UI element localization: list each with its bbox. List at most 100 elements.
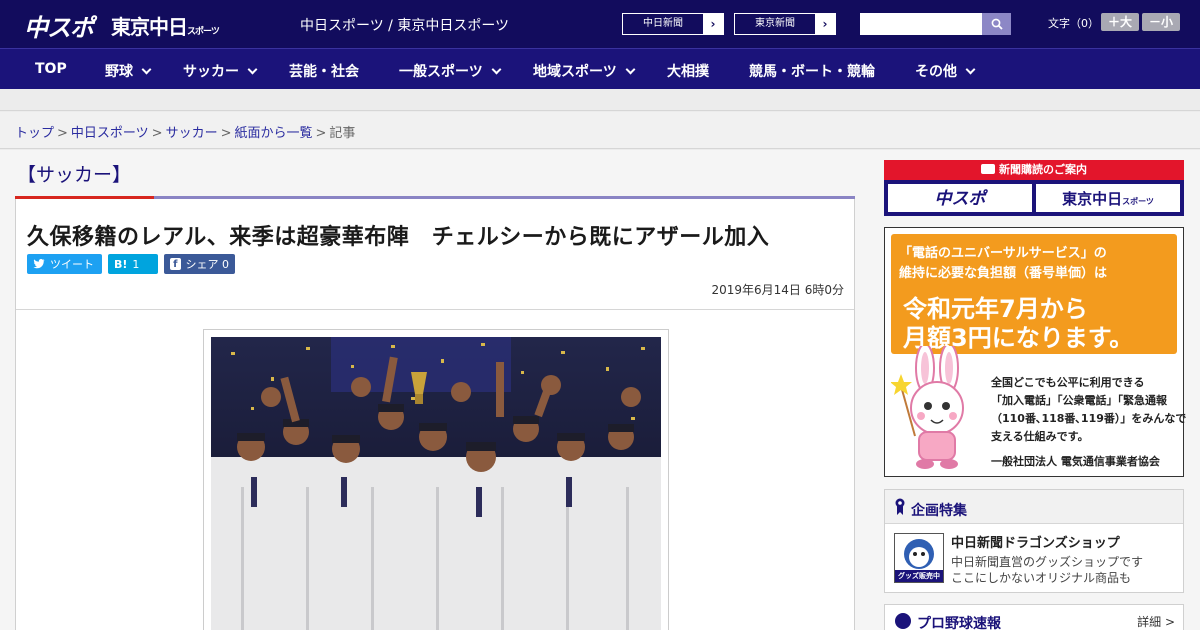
font-size-increase-button[interactable]: ＋大 — [1101, 13, 1139, 31]
score-title: プロ野球速報 — [917, 616, 1001, 630]
breadcrumb-sep: > — [315, 126, 327, 141]
sub-band — [0, 89, 1200, 111]
ext-link-label: 中日新聞 — [643, 18, 683, 29]
hatena-count: 1 — [132, 257, 140, 271]
ad-body-3: （110番､118番､119番）」をみんなで — [991, 412, 1187, 425]
subscribe-tokyo-chunichi[interactable]: 東京中日スポーツ — [1036, 184, 1180, 212]
chuspo-logo[interactable]: 中スポ — [24, 8, 94, 43]
tweet-label: ツイート — [50, 258, 94, 271]
breadcrumb-current: 記事 — [329, 126, 356, 141]
feature-item-desc-1: 中日新聞直営のグッズショップです — [951, 555, 1144, 569]
breadcrumb-chunichi-sports[interactable]: 中日スポーツ — [71, 126, 149, 141]
dragons-shop-thumbnail[interactable]: グッズ販売中 — [894, 533, 944, 583]
universal-service-ad[interactable]: 「電話のユニバーサルサービス」の 維持に必要な負担額（番号単価）は 令和元年7月… — [884, 227, 1187, 477]
score-more-link[interactable]: 詳細 > — [1137, 613, 1175, 630]
tokyo-logo-small: スポーツ — [187, 27, 220, 37]
facebook-share-button[interactable]: f シェア 0 — [164, 254, 235, 274]
nav-label: 芸能・社会 — [289, 64, 359, 80]
nav-item-top[interactable]: TOP — [35, 61, 67, 77]
chevron-down-icon — [141, 64, 152, 75]
breadcrumb-sep: > — [151, 126, 163, 141]
breadcrumb-bar: トップ > 中日スポーツ > サッカー > 紙面から一覧 > 記事 — [0, 112, 1200, 149]
chevron-right-icon: › — [703, 14, 723, 34]
tokyo-logo-text: 東京中日 — [111, 15, 188, 39]
subscription-title: 新聞購読のご案内 — [884, 160, 1184, 180]
font-size-label: 文字（0） — [1048, 17, 1099, 30]
feature-section: 企画特集 グッズ販売中 中日新聞ドラゴンズショップ 中日新聞直営のグッズショップ… — [884, 489, 1184, 593]
hatena-bookmark-button[interactable]: B! 1 — [108, 254, 158, 274]
nav-item-soccer[interactable]: サッカー — [183, 61, 258, 81]
breadcrumb-sep: > — [220, 126, 232, 141]
subscribe-tokyo-small: スポーツ — [1122, 197, 1154, 206]
thumb-caption: グッズ販売中 — [898, 572, 940, 580]
breadcrumb-top[interactable]: トップ — [15, 126, 54, 141]
hatena-icon: B! — [114, 257, 128, 271]
breadcrumb: トップ > 中日スポーツ > サッカー > 紙面から一覧 > 記事 — [15, 122, 355, 141]
tokyo-chunichi-logo[interactable]: 東京中日スポーツ — [111, 11, 220, 40]
chevron-down-icon — [965, 64, 976, 75]
nav-item-other[interactable]: その他 — [915, 61, 976, 81]
ad-body-1: 全国どこでも公平に利用できる — [991, 376, 1145, 389]
search-button[interactable] — [982, 13, 1011, 35]
top-header: 中スポ 東京中日スポーツ 中日スポーツ / 東京中日スポーツ 中日新聞 › 東京… — [0, 0, 1200, 48]
feature-item-name[interactable]: 中日新聞ドラゴンズショップ — [951, 532, 1120, 551]
nav-label: 一般スポーツ — [399, 64, 483, 80]
feature-title: 企画特集 — [911, 503, 967, 519]
ad-line-2: 維持に必要な負担額（番号単価）は — [899, 266, 1108, 281]
baseball-icon — [895, 613, 911, 629]
facebook-share-label: シェア — [185, 258, 219, 271]
nav-item-baseball[interactable]: 野球 — [105, 61, 152, 81]
ad-body-4: 支える仕組みです。 — [991, 430, 1089, 443]
article-headline: 久保移籍のレアル、来季は超豪華布陣 チェルシーから既にアザール加入 — [27, 225, 770, 250]
twitter-bird-icon — [33, 259, 45, 269]
breadcrumb-sep: > — [57, 126, 68, 141]
main-nav: TOP 野球 サッカー 芸能・社会 一般スポーツ 地域スポーツ 大相撲 競馬・ボ… — [0, 48, 1200, 89]
team-celebration-photo — [211, 337, 661, 630]
nav-label: 地域スポーツ — [533, 64, 617, 80]
chunichi-shimbun-link[interactable]: 中日新聞 › — [622, 13, 724, 35]
chevron-right-icon: › — [815, 14, 835, 34]
article-category: 【サッカー】 — [17, 164, 132, 186]
ad-line-1: 「電話のユニバーサルサービス」の — [899, 246, 1107, 261]
nav-label: その他 — [915, 64, 957, 80]
nav-label: 競馬・ボート・競輪 — [749, 64, 875, 80]
tweet-button[interactable]: ツイート — [27, 254, 102, 274]
ad-organization: 一般社団法人 電気通信事業者協会 — [991, 455, 1160, 468]
nav-label: 大相撲 — [667, 64, 709, 80]
font-size-decrease-button[interactable]: －小 — [1142, 13, 1180, 31]
chevron-down-icon — [625, 64, 636, 75]
breadcrumb-paper-list[interactable]: 紙面から一覧 — [235, 126, 313, 141]
baseball-score-section: プロ野球速報 詳細 > — [884, 604, 1184, 630]
article-card: 久保移籍のレアル、来季は超豪華布陣 チェルシーから既にアザール加入 ツイート B… — [15, 199, 855, 630]
nav-item-racing[interactable]: 競馬・ボート・競輪 — [749, 61, 875, 81]
facebook-share-count: 0 — [222, 257, 229, 271]
article-photo-frame — [203, 329, 669, 630]
feature-item-desc-2: ここにしかないオリジナル商品も — [951, 571, 1132, 585]
ad-orange-panel: 「電話のユニバーサルサービス」の 維持に必要な負担額（番号単価）は 令和元年7月… — [891, 234, 1177, 354]
breadcrumb-soccer[interactable]: サッカー — [166, 126, 218, 141]
facebook-icon: f — [170, 258, 181, 270]
nav-item-general-sports[interactable]: 一般スポーツ — [399, 61, 502, 81]
nav-item-local-sports[interactable]: 地域スポーツ — [533, 61, 636, 81]
nav-label: サッカー — [183, 64, 239, 80]
rabbit-mascot-icon — [891, 346, 964, 469]
nav-item-sumo[interactable]: 大相撲 — [667, 61, 709, 81]
article-date: 2019年6月14日 6時0分 — [711, 283, 844, 297]
nav-item-entertainment[interactable]: 芸能・社会 — [289, 61, 359, 81]
site-name[interactable]: 中日スポーツ / 東京中日スポーツ — [300, 15, 509, 35]
medal-icon — [895, 498, 905, 515]
article-photo[interactable] — [211, 337, 661, 630]
newspaper-icon — [981, 164, 995, 174]
chevron-down-icon — [491, 64, 502, 75]
subscription-title-text: 新聞購読のご案内 — [999, 163, 1087, 176]
subscribe-chuspo[interactable]: 中スポ — [888, 184, 1032, 212]
subscribe-tokyo-label: 東京中日 — [1062, 190, 1123, 208]
chevron-down-icon — [247, 64, 258, 75]
feature-header: 企画特集 — [885, 490, 1183, 524]
ext-link-label: 東京新聞 — [755, 18, 795, 29]
nav-label: TOP — [35, 61, 67, 77]
ad-body-2: 「加入電話」「公衆電話」「緊急通報 — [991, 394, 1167, 407]
subscription-banner[interactable]: 新聞購読のご案内 中スポ 東京中日スポーツ — [884, 160, 1184, 216]
search-input[interactable] — [860, 13, 982, 35]
tokyo-shimbun-link[interactable]: 東京新聞 › — [734, 13, 836, 35]
